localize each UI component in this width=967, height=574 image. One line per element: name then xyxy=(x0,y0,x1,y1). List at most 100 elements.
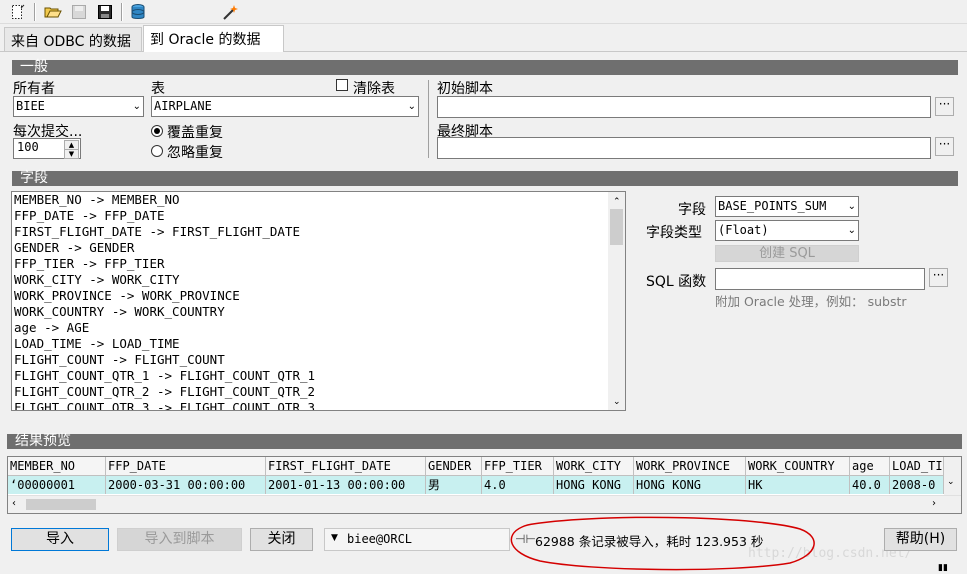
list-item[interactable]: FLIGHT_COUNT_QTR_3 -> FLIGHT_COUNT_QTR_3 xyxy=(12,400,625,410)
list-item[interactable]: FFP_TIER -> FFP_TIER xyxy=(12,256,625,272)
scroll-up-icon[interactable]: ⌃ xyxy=(611,194,621,210)
scroll-right-icon[interactable]: › xyxy=(932,498,936,509)
field-mapping-list[interactable]: MEMBER_NO -> MEMBER_NO FFP_DATE -> FFP_D… xyxy=(11,191,626,411)
table-cell: HONG KONG xyxy=(554,476,634,494)
list-item[interactable]: FLIGHT_COUNT_QTR_1 -> FLIGHT_COUNT_QTR_1 xyxy=(12,368,625,384)
chevron-down-icon: ⌄ xyxy=(847,201,856,212)
sql-function-input[interactable] xyxy=(715,268,925,290)
save-icon[interactable] xyxy=(95,2,115,22)
table-cell: HK xyxy=(746,476,850,494)
column-header[interactable]: MEMBER_NO xyxy=(8,457,106,475)
scroll-down-icon[interactable]: ⌄ xyxy=(611,394,621,410)
field-label: 字段 xyxy=(678,202,706,218)
connection-name: biee@ORCL xyxy=(347,532,413,546)
column-header[interactable]: FIRST_FLIGHT_DATE xyxy=(266,457,426,475)
help-button[interactable]: 帮助(H) xyxy=(884,528,957,551)
overwrite-radio[interactable] xyxy=(151,125,163,137)
owner-select[interactable]: BIEE ⌄ xyxy=(13,96,144,117)
list-item[interactable]: WORK_CITY -> WORK_CITY xyxy=(12,272,625,288)
list-item[interactable]: WORK_PROVINCE -> WORK_PROVINCE xyxy=(12,288,625,304)
result-preview-grid[interactable]: MEMBER_NO FFP_DATE FIRST_FLIGHT_DATE GEN… xyxy=(7,456,962,514)
table-cell: HONG KONG xyxy=(634,476,746,494)
tab-from-odbc[interactable]: 来自 ODBC 的数据 xyxy=(4,27,142,52)
list-item[interactable]: LOAD_TIME -> LOAD_TIME xyxy=(12,336,625,352)
column-header[interactable]: LOAD_TI xyxy=(890,457,944,475)
table-cell: 2008-0 xyxy=(890,476,944,494)
ignore-radio[interactable] xyxy=(151,145,163,157)
import-to-script-button[interactable]: 导入到脚本 xyxy=(117,528,242,551)
commit-value: 100 xyxy=(17,140,39,154)
field-type-value: (Float) xyxy=(718,223,769,237)
overwrite-label: 覆盖重复 xyxy=(167,125,223,141)
list-item[interactable]: FIRST_FLIGHT_DATE -> FIRST_FLIGHT_DATE xyxy=(12,224,625,240)
section-general-header: 一般 xyxy=(12,60,958,75)
column-header[interactable]: FFP_DATE xyxy=(106,457,266,475)
section-fields-header: 字段 xyxy=(12,171,958,186)
column-header[interactable]: FFP_TIER xyxy=(482,457,554,475)
scroll-thumb[interactable] xyxy=(610,209,623,245)
sql-function-browse-button[interactable]: ··· xyxy=(929,268,948,287)
triangle-down-icon: ▼ xyxy=(331,533,338,543)
scroll-thumb[interactable] xyxy=(26,499,96,510)
open-icon[interactable] xyxy=(43,2,63,22)
sql-function-label: SQL 函数 xyxy=(646,274,707,290)
table-cell: 2001-01-13 00:00:00 xyxy=(266,476,426,494)
connection-panel: ▼ biee@ORCL xyxy=(324,528,510,551)
divider xyxy=(428,80,429,158)
owner-label: 所有者 xyxy=(13,81,55,97)
list-item[interactable]: age -> AGE xyxy=(12,320,625,336)
final-script-input[interactable] xyxy=(437,137,931,159)
table-cell: ‘00000001 xyxy=(8,476,106,494)
column-header[interactable]: GENDER xyxy=(426,457,482,475)
commit-stepper[interactable]: 100 ▲ ▼ xyxy=(13,138,81,159)
field-select[interactable]: BASE_POINTS_SUM ⌄ xyxy=(715,196,859,217)
table-select[interactable]: AIRPLANE ⌄ xyxy=(151,96,419,117)
init-script-input[interactable] xyxy=(437,96,931,118)
final-script-browse-button[interactable]: ··· xyxy=(935,137,954,156)
column-header[interactable]: WORK_COUNTRY xyxy=(746,457,850,475)
init-script-browse-button[interactable]: ··· xyxy=(935,97,954,116)
create-sql-button[interactable]: 创建 SQL xyxy=(715,245,859,262)
field-value: BASE_POINTS_SUM xyxy=(718,199,827,213)
list-item[interactable]: WORK_COUNTRY -> WORK_COUNTRY xyxy=(12,304,625,320)
scroll-left-icon[interactable]: ‹ xyxy=(12,498,16,509)
clear-table-checkbox[interactable] xyxy=(336,79,348,91)
init-script-label: 初始脚本 xyxy=(437,81,493,97)
field-type-select[interactable]: (Float) ⌄ xyxy=(715,220,859,241)
table-label: 表 xyxy=(151,81,165,97)
chevron-down-icon: ⌄ xyxy=(132,101,141,112)
table-row[interactable]: ‘00000001 2000-03-31 00:00:00 2001-01-13… xyxy=(8,476,944,494)
chevron-down-icon: ⌄ xyxy=(847,225,856,236)
resize-grip-icon[interactable]: ▮▮ xyxy=(938,563,948,573)
field-list-scrollbar[interactable]: ⌃ ⌄ xyxy=(608,192,625,410)
wand-icon[interactable] xyxy=(220,2,240,22)
grid-vscrollbar[interactable]: ⌄ xyxy=(944,457,961,495)
column-header[interactable]: age xyxy=(850,457,890,475)
column-header[interactable]: WORK_CITY xyxy=(554,457,634,475)
column-header[interactable]: WORK_PROVINCE xyxy=(634,457,746,475)
table-cell: 4.0 xyxy=(482,476,554,494)
ignore-label: 忽略重复 xyxy=(167,145,223,161)
close-button[interactable]: 关闭 xyxy=(250,528,313,551)
table-cell: 2000-03-31 00:00:00 xyxy=(106,476,266,494)
clear-table-label: 清除表 xyxy=(353,81,395,97)
new-icon[interactable] xyxy=(8,2,28,22)
list-item[interactable]: GENDER -> GENDER xyxy=(12,240,625,256)
grid-hscrollbar[interactable]: ‹ › xyxy=(8,495,961,513)
list-item[interactable]: FLIGHT_COUNT_QTR_2 -> FLIGHT_COUNT_QTR_2 xyxy=(12,384,625,400)
list-item[interactable]: FLIGHT_COUNT -> FLIGHT_COUNT xyxy=(12,352,625,368)
stepper-down-icon[interactable]: ▼ xyxy=(64,149,79,159)
field-type-label: 字段类型 xyxy=(646,225,702,241)
import-button[interactable]: 导入 xyxy=(11,528,109,551)
table-value: AIRPLANE xyxy=(154,99,212,113)
table-cell: 40.0 xyxy=(850,476,890,494)
tab-to-oracle[interactable]: 到 Oracle 的数据 xyxy=(143,25,284,52)
table-cell: 男 xyxy=(426,476,482,494)
list-item[interactable]: FFP_DATE -> FFP_DATE xyxy=(12,208,625,224)
chevron-down-icon: ⌄ xyxy=(407,101,416,112)
save-disabled-icon xyxy=(69,2,89,22)
owner-value: BIEE xyxy=(16,99,45,113)
list-item[interactable]: MEMBER_NO -> MEMBER_NO xyxy=(12,192,625,208)
scroll-down-icon[interactable]: ⌄ xyxy=(947,477,955,487)
database-icon[interactable] xyxy=(128,2,148,22)
